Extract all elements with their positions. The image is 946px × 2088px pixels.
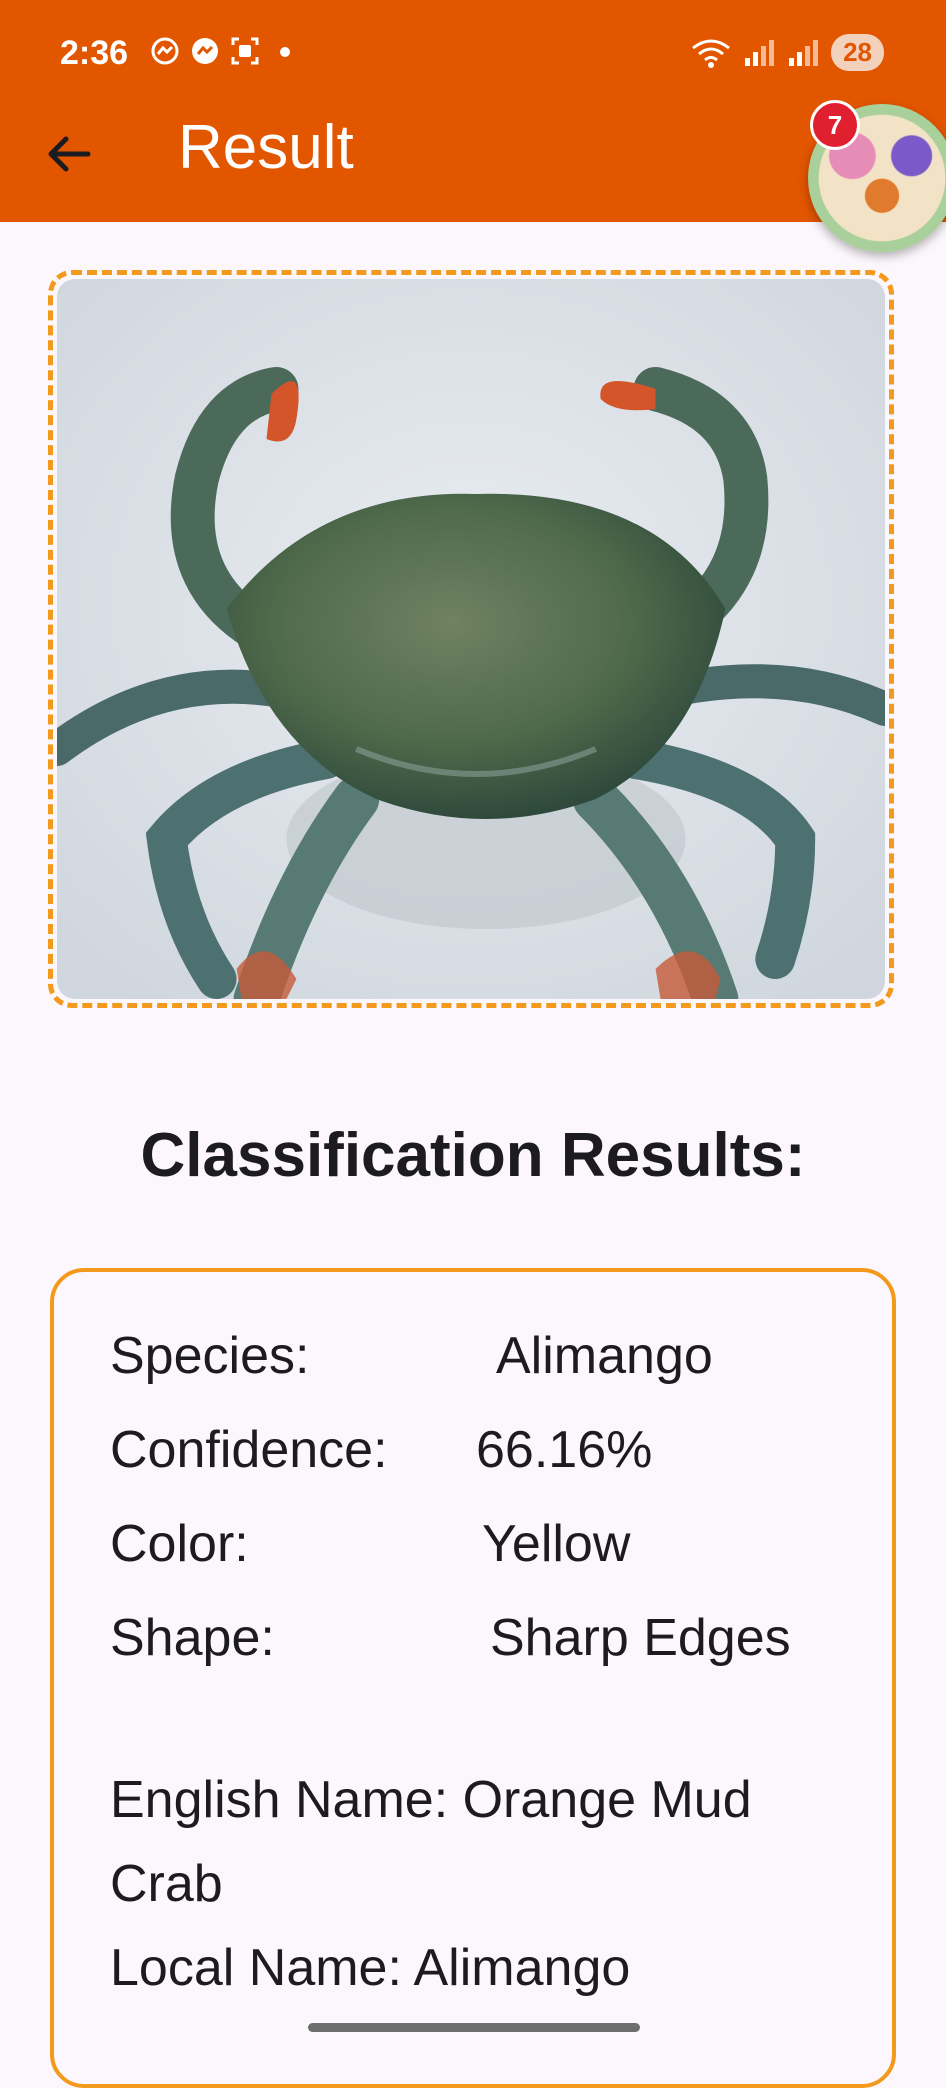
notification-icons <box>150 36 300 66</box>
signal-icon <box>745 39 775 66</box>
result-value: 66.16% <box>476 1421 653 1479</box>
result-value: Yellow <box>482 1515 631 1573</box>
result-value: Alimango <box>496 1327 713 1385</box>
status-time: 2:36 <box>60 34 129 72</box>
app-bar: 2:36 28 Result <box>0 0 946 222</box>
local-name: Local Name: Alimango <box>110 1939 631 1997</box>
result-value: Sharp Edges <box>490 1609 791 1667</box>
dot-icon <box>280 47 290 57</box>
result-label: Shape: <box>110 1609 275 1667</box>
page-title: Result <box>178 113 354 182</box>
result-card: Species: Alimango Confidence: 66.16% Col… <box>50 1268 896 2088</box>
result-label: Confidence: <box>110 1421 388 1479</box>
wifi-icon <box>692 39 730 68</box>
english-name: English Name: Orange Mud Crab <box>110 1771 752 1913</box>
image-frame <box>48 270 894 1008</box>
system-status: 28 <box>691 34 884 71</box>
messenger-icon <box>192 38 218 64</box>
back-arrow-icon[interactable] <box>40 124 100 184</box>
home-indicator[interactable] <box>308 2023 640 2032</box>
screenshot-icon <box>231 37 259 65</box>
classification-heading: Classification Results: <box>140 1121 806 1190</box>
messenger-outline-icon <box>151 37 179 65</box>
crab-image <box>57 279 885 999</box>
signal-icon <box>789 39 819 66</box>
battery-level: 28 <box>831 34 884 71</box>
result-label: Species: <box>110 1327 310 1385</box>
chat-head-badge: 7 <box>810 100 860 150</box>
result-label: Color: <box>110 1515 249 1573</box>
